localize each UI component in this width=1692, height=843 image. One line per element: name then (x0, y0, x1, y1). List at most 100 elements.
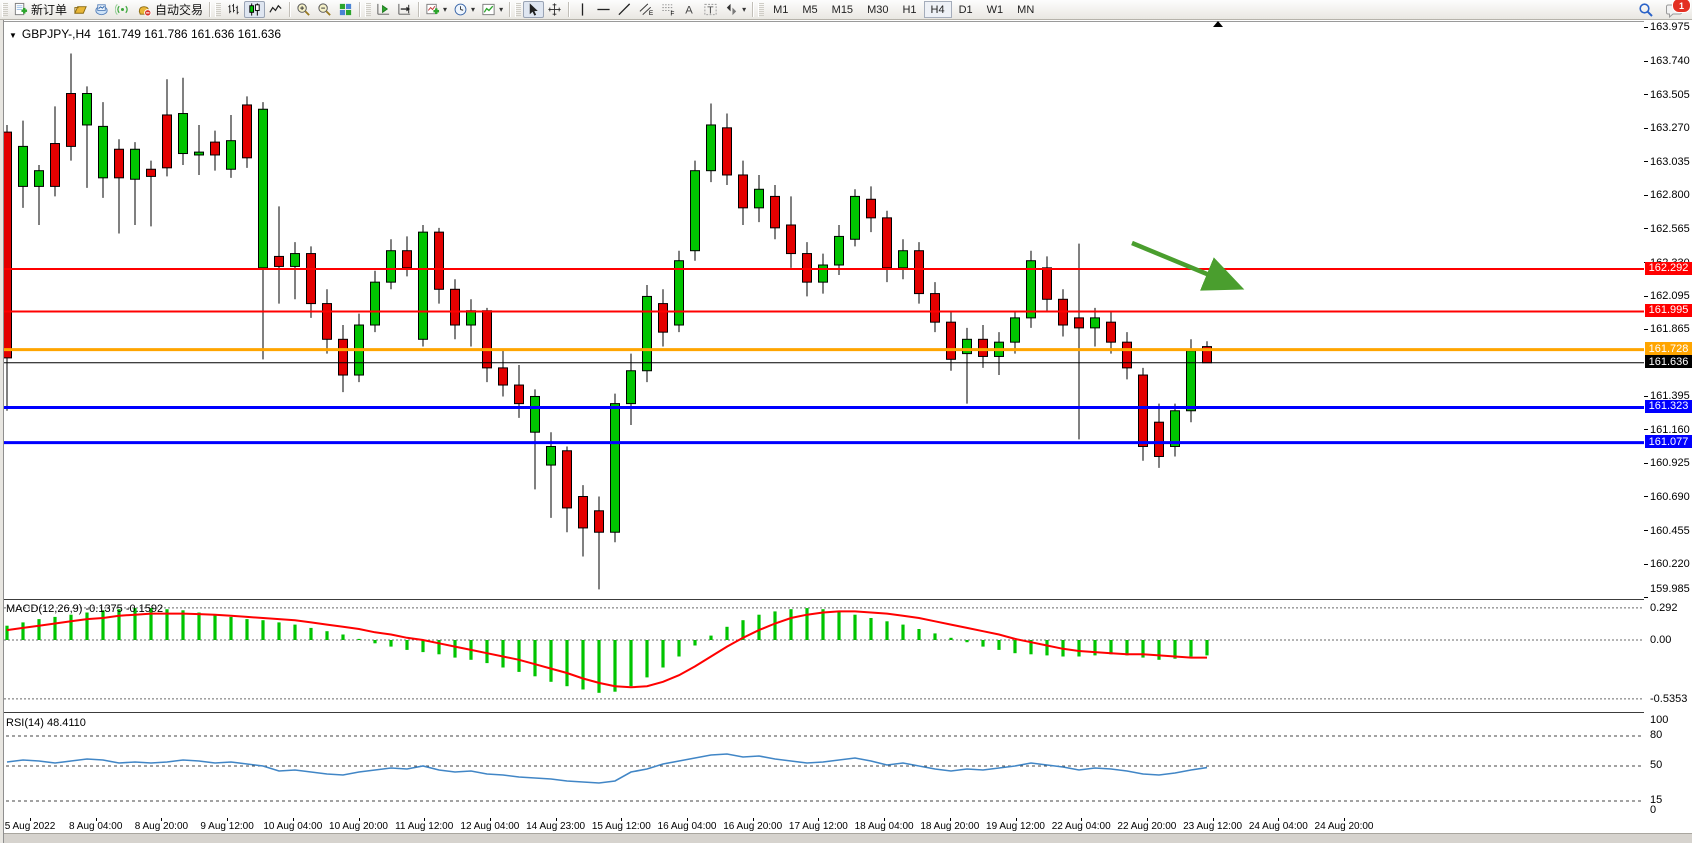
signals-icon (115, 2, 130, 17)
periods-button[interactable]: ▾ (450, 1, 478, 18)
timeframe-M5[interactable]: M5 (795, 1, 824, 18)
chevron-down-icon: ▾ (443, 6, 447, 14)
time-axis[interactable]: 5 Aug 2022 8 Aug 04:00 8 Aug 20:00 9 Aug 12… (0, 818, 1692, 833)
vertical-line-button[interactable] (572, 1, 593, 18)
time-label[interactable]: 11 Aug 12:00 (395, 821, 453, 832)
search-button[interactable] (1635, 1, 1657, 18)
timeframe-H1[interactable]: H1 (895, 1, 923, 18)
price-tick (1644, 530, 1648, 531)
macd-panel[interactable]: MACD(12,26,9) -0.1375 -0.1592 (0, 600, 1644, 713)
chart-profiles-button[interactable] (70, 1, 91, 18)
candle (339, 339, 348, 375)
text-button[interactable]: A (679, 1, 700, 18)
chart-collapse-caret[interactable]: ▼ (9, 31, 17, 40)
toolbar-grip (758, 3, 764, 17)
candle (115, 149, 124, 178)
trend-arrow[interactable] (1132, 243, 1236, 286)
bar-chart-button[interactable] (223, 1, 244, 18)
timeframe-M30[interactable]: M30 (860, 1, 895, 18)
time-label[interactable]: 10 Aug 04:00 (263, 821, 322, 832)
price-line-badge-161.077: 161.077 (1645, 435, 1692, 448)
price-chart-panel[interactable]: ▼GBPJPY-,H4 161.749 161.786 161.636 161.… (0, 21, 1644, 600)
new-chart-button[interactable]: ▾ (422, 1, 450, 18)
price-tick (1644, 27, 1648, 28)
timeframe-D1[interactable]: D1 (952, 1, 980, 18)
price-tick-label: 160.925 (1650, 457, 1690, 469)
time-label[interactable]: 18 Aug 04:00 (855, 821, 914, 832)
price-tick (1644, 463, 1648, 464)
auto-scroll-button[interactable] (373, 1, 394, 18)
tile-windows-button[interactable] (335, 1, 356, 18)
candle (483, 311, 492, 368)
candle (611, 404, 620, 533)
time-label[interactable]: 18 Aug 20:00 (920, 821, 979, 832)
time-label[interactable]: 17 Aug 12:00 (789, 821, 848, 832)
arrows-button[interactable]: ▾ (721, 1, 749, 18)
toolbar-separator (209, 2, 210, 17)
trendline-button[interactable] (614, 1, 635, 18)
candle (419, 232, 428, 339)
time-label[interactable]: 19 Aug 12:00 (986, 821, 1045, 832)
chart-shift-button[interactable] (394, 1, 415, 18)
bar-chart-icon (226, 2, 241, 17)
time-label[interactable]: 16 Aug 20:00 (723, 821, 782, 832)
time-label[interactable]: 10 Aug 20:00 (329, 821, 388, 832)
svg-text:A: A (685, 4, 693, 16)
candlestick-chart-button[interactable] (244, 1, 265, 18)
candle (563, 451, 572, 508)
toolbar-right: 1 (1635, 1, 1692, 18)
time-label[interactable]: 22 Aug 04:00 (1052, 821, 1111, 832)
time-label[interactable]: 24 Aug 20:00 (1315, 821, 1374, 832)
zoom-in-icon (296, 2, 311, 17)
price-tick (1644, 597, 1648, 598)
time-label[interactable]: 8 Aug 20:00 (135, 821, 188, 832)
candle (1187, 351, 1196, 411)
time-label[interactable]: 12 Aug 04:00 (460, 821, 519, 832)
candle (1139, 375, 1148, 446)
time-label[interactable]: 8 Aug 04:00 (69, 821, 122, 832)
time-label[interactable]: 14 Aug 23:00 (526, 821, 585, 832)
timeframe-H4[interactable]: H4 (924, 1, 952, 18)
candlestick-chart[interactable] (0, 22, 1644, 599)
macd-axis-label: 0.292 (1650, 602, 1678, 614)
new-order-button[interactable]: 新订单 (10, 1, 70, 18)
templates-button[interactable]: ▾ (478, 1, 506, 18)
zoom-out-icon (317, 2, 332, 17)
horizontal-line-button[interactable] (593, 1, 614, 18)
time-label[interactable]: 24 Aug 04:00 (1249, 821, 1308, 832)
timeframe-W1[interactable]: W1 (980, 1, 1011, 18)
navigator-button[interactable] (91, 1, 112, 18)
timeframe-M1[interactable]: M1 (766, 1, 795, 18)
crosshair-button[interactable] (544, 1, 565, 18)
channel-button[interactable]: E (635, 1, 657, 18)
cursor-button[interactable] (523, 1, 544, 18)
ohlc-values: 161.749 161.786 161.636 161.636 (98, 27, 282, 41)
line-chart-button[interactable] (265, 1, 286, 18)
rsi-panel[interactable]: RSI(14) 48.4110 (0, 714, 1644, 819)
zoom-in-button[interactable] (293, 1, 314, 18)
time-label[interactable]: 22 Aug 20:00 (1117, 821, 1176, 832)
time-label[interactable]: 5 Aug 2022 (5, 821, 56, 832)
time-label[interactable]: 9 Aug 12:00 (200, 821, 253, 832)
crosshair-icon (547, 2, 562, 17)
timeframe-MN[interactable]: MN (1010, 1, 1041, 18)
candle (1011, 318, 1020, 342)
rsi-axis-label: 0 (1650, 804, 1656, 816)
label-button[interactable]: T (700, 1, 721, 18)
timeframe-M15[interactable]: M15 (825, 1, 860, 18)
toolbar-separator (509, 2, 510, 17)
mt4-application: 新订单 自动交易 (0, 0, 1692, 843)
time-label[interactable]: 16 Aug 04:00 (658, 821, 717, 832)
notifications-button[interactable]: 1 (1663, 1, 1686, 18)
price-line-badge-162.292: 162.292 (1645, 262, 1692, 275)
zoom-out-button[interactable] (314, 1, 335, 18)
autotrading-button[interactable]: 自动交易 (133, 1, 206, 18)
candle (291, 254, 300, 267)
timeframe-toolbar: M1M5M15M30H1H4D1W1MN (766, 1, 1041, 18)
signals-button[interactable] (112, 1, 133, 18)
toolbar-grip (2, 3, 8, 17)
candle (771, 196, 780, 227)
time-label[interactable]: 15 Aug 12:00 (592, 821, 651, 832)
fibonacci-button[interactable]: F (657, 1, 679, 18)
time-label[interactable]: 23 Aug 12:00 (1183, 821, 1242, 832)
